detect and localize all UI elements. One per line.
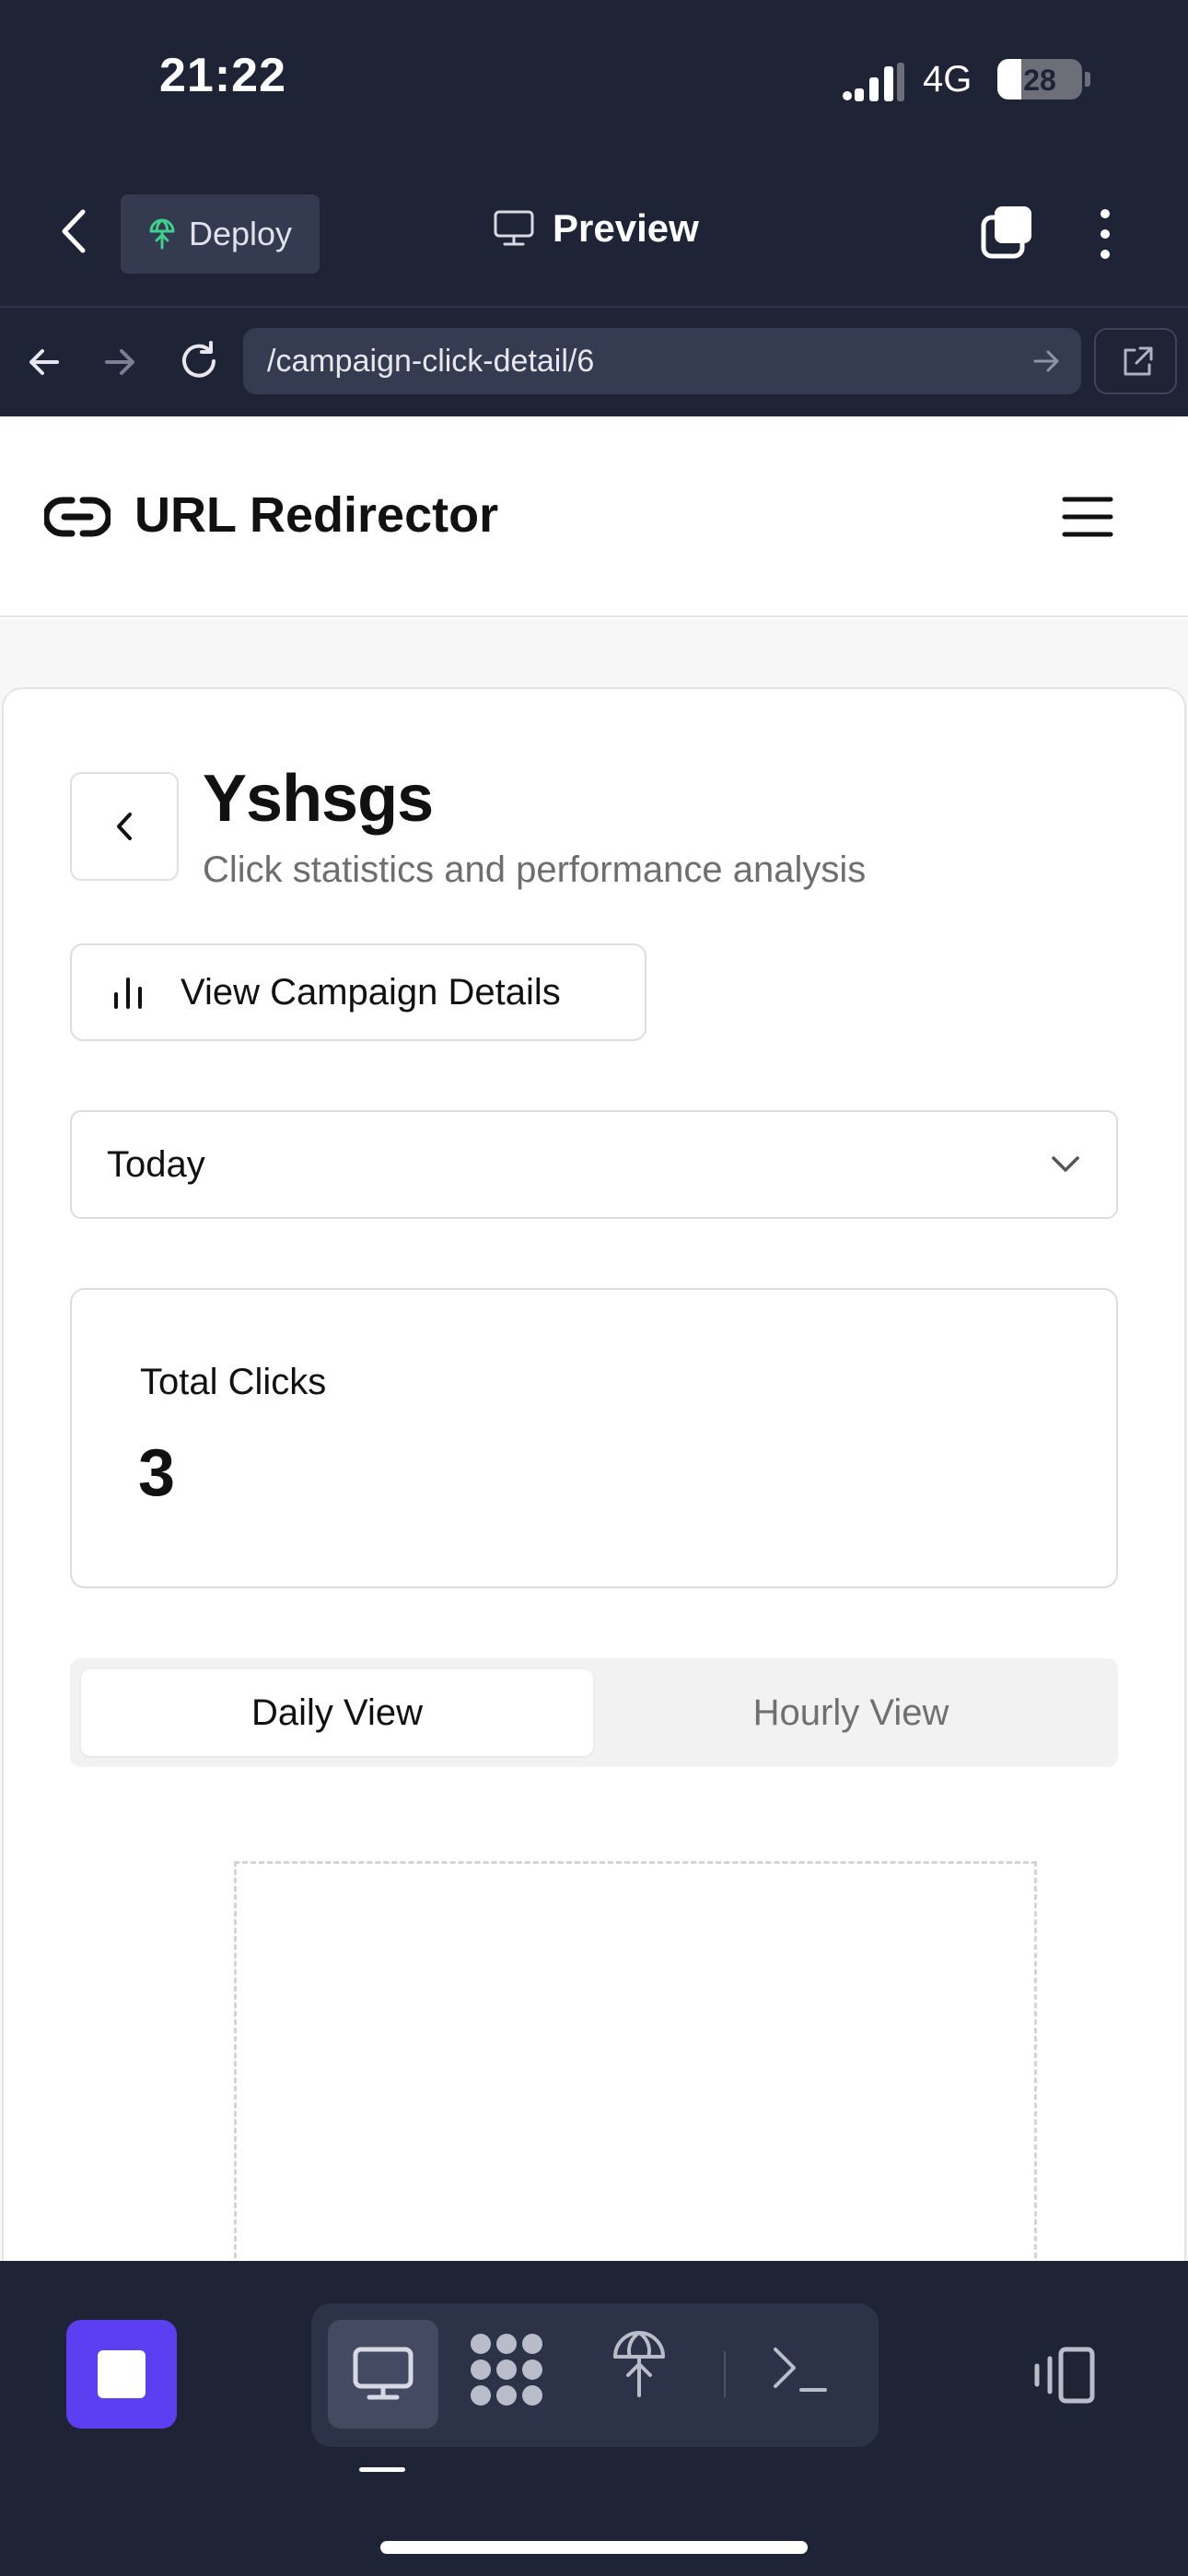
deploy-label: Deploy <box>189 215 293 252</box>
date-range-select[interactable]: Today <box>70 1110 1118 1219</box>
total-clicks-value: 3 <box>138 1436 176 1510</box>
chart-placeholder <box>234 1861 1037 2266</box>
page-subtitle: Click statistics and performance analysi… <box>203 849 867 890</box>
open-external-button[interactable] <box>1094 328 1177 394</box>
bar-chart-icon <box>111 974 146 1011</box>
stop-icon <box>98 2350 146 2398</box>
shell-icon[interactable] <box>770 2342 829 2397</box>
layout-toggle-icon[interactable] <box>1031 2346 1098 2405</box>
tab-daily-view[interactable]: Daily View <box>81 1669 593 1756</box>
preview-label: Preview <box>553 206 699 250</box>
link-icon <box>44 491 111 543</box>
monitor-icon <box>494 210 534 247</box>
back-chevron-icon[interactable] <box>57 208 94 254</box>
reload-icon[interactable] <box>177 339 221 383</box>
preview-tool-button[interactable] <box>328 2320 438 2429</box>
active-tool-indicator <box>359 2467 405 2472</box>
total-clicks-card <box>70 1288 1118 1588</box>
more-vertical-icon[interactable] <box>1089 208 1122 260</box>
apps-grid-icon[interactable] <box>468 2331 545 2408</box>
url-go-arrow-icon[interactable] <box>1031 346 1061 376</box>
total-clicks-label: Total Clicks <box>140 1362 327 1402</box>
preview-tab[interactable]: Preview <box>494 206 699 251</box>
details-button-label: View Campaign Details <box>181 971 561 1013</box>
tab-hourly-view[interactable]: Hourly View <box>595 1669 1107 1756</box>
url-input[interactable]: /campaign-click-detail/6 <box>243 328 1081 394</box>
chevron-down-icon <box>1050 1154 1081 1175</box>
date-range-value: Today <box>107 1143 205 1185</box>
hamburger-icon[interactable] <box>1061 496 1114 538</box>
battery-icon: 28 <box>997 59 1082 100</box>
chevron-left-icon <box>113 811 135 842</box>
back-button[interactable] <box>70 772 179 881</box>
brand-name[interactable]: URL Redirector <box>134 486 498 544</box>
arrow-left-icon[interactable] <box>26 344 63 381</box>
battery-tip <box>1085 72 1090 87</box>
arrow-right-icon[interactable] <box>101 344 138 381</box>
cellular-signal-icon <box>842 63 904 101</box>
battery-level: 28 <box>1023 64 1056 97</box>
tool-divider <box>724 2351 726 2397</box>
view-campaign-details-button[interactable]: View Campaign Details <box>70 943 646 1041</box>
deploy-icon[interactable] <box>611 2329 667 2399</box>
home-indicator <box>380 2541 808 2554</box>
page-title: Yshsgs <box>203 762 434 836</box>
external-link-icon <box>1120 345 1155 380</box>
preview-monitor-icon <box>353 2347 413 2402</box>
deploy-button[interactable]: Deploy <box>121 194 320 274</box>
deploy-globe-icon <box>148 218 176 250</box>
stop-button[interactable] <box>66 2320 177 2429</box>
status-time: 21:22 <box>159 49 286 102</box>
tabs-icon[interactable] <box>980 205 1037 262</box>
network-type: 4G <box>923 59 973 100</box>
